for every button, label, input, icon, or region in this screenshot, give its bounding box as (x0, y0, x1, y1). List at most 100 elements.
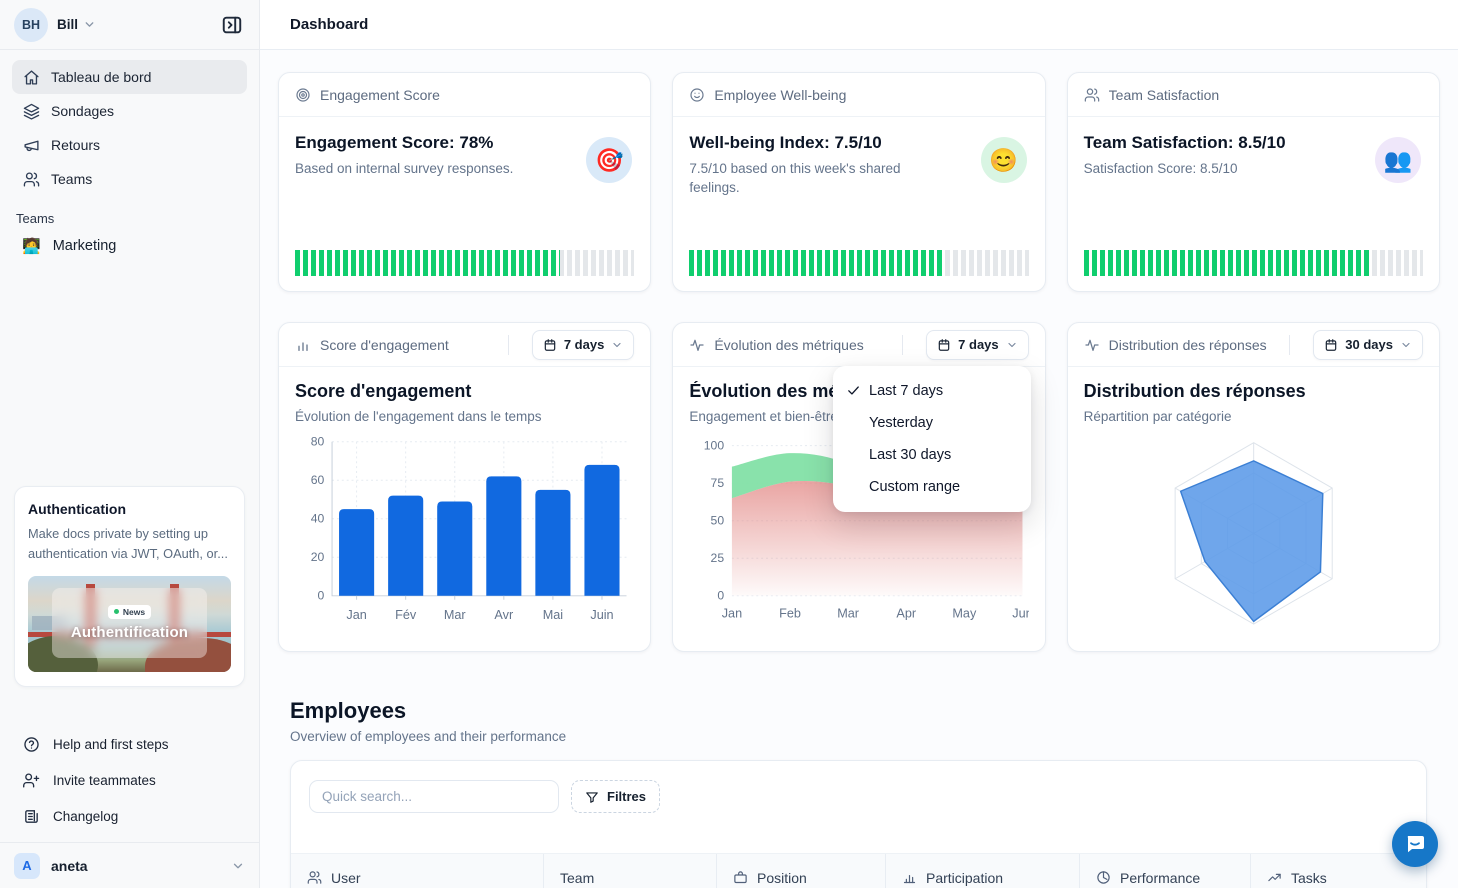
range-select-button[interactable]: 30 days (1313, 330, 1423, 360)
sidebar-item-feedback[interactable]: Retours (12, 128, 247, 162)
team-label: Marketing (53, 238, 117, 254)
menu-item-last-30-days[interactable]: Last 30 days (833, 439, 1031, 471)
promo-image: News Authentification (28, 576, 231, 672)
user-menu[interactable]: Bill (57, 17, 78, 32)
stat-subtitle: 7.5/10 based on this week's shared feeli… (689, 160, 939, 198)
employees-table-card: Filtres User Team (290, 760, 1427, 888)
satisfaction-progress-bar (1084, 250, 1423, 276)
briefcase-icon (733, 870, 748, 885)
svg-text:Feb: Feb (779, 606, 801, 620)
chart-subtitle: Répartition par catégorie (1084, 409, 1423, 424)
search-input[interactable] (309, 780, 559, 813)
chevron-down-icon (1006, 339, 1018, 351)
calendar-icon (1324, 338, 1338, 352)
menu-item-yesterday[interactable]: Yesterday (833, 407, 1031, 439)
stat-subtitle: Satisfaction Score: 8.5/10 (1084, 160, 1334, 179)
chart-subtitle: Évolution de l'engagement dans le temps (295, 409, 634, 424)
sidebar-item-label: Changelog (53, 809, 118, 824)
range-select-button[interactable]: 7 days (926, 330, 1028, 360)
calendar-icon (937, 338, 951, 352)
sidebar-item-label: Teams (51, 171, 92, 187)
svg-text:80: 80 (311, 435, 325, 449)
workspace-avatar: A (14, 853, 40, 879)
column-header-position[interactable]: Position (716, 854, 885, 888)
svg-text:60: 60 (311, 473, 325, 487)
busts-emoji-icon: 👥 (1375, 137, 1421, 183)
menu-item-custom-range[interactable]: Custom range (833, 471, 1031, 503)
home-icon (23, 69, 40, 86)
column-header-performance[interactable]: Performance (1079, 854, 1250, 888)
range-dropdown-menu: Last 7 days Yesterday Last 30 days Custo… (833, 366, 1031, 512)
page-title: Dashboard (290, 16, 368, 33)
stat-title: Engagement Score: 78% (295, 133, 634, 153)
sidebar-item-invite[interactable]: Invite teammates (14, 762, 245, 798)
trend-up-icon (1267, 870, 1282, 885)
sidebar-item-help[interactable]: Help and first steps (14, 726, 245, 762)
card-header-label: Score d'engagement (320, 337, 449, 353)
stat-subtitle: Based on internal survey responses. (295, 160, 545, 179)
help-icon (23, 736, 40, 753)
employees-title: Employees (290, 698, 406, 724)
chevron-down-icon (231, 859, 245, 873)
column-header-participation[interactable]: Participation (885, 854, 1079, 888)
workspace-switcher[interactable]: A aneta (0, 842, 259, 888)
svg-text:May: May (953, 606, 978, 620)
column-header-team[interactable]: Team (543, 854, 716, 888)
chevron-down-icon (83, 18, 96, 31)
svg-text:40: 40 (311, 512, 325, 526)
svg-text:Fév: Fév (395, 608, 417, 622)
sidebar-item-dashboard[interactable]: Tableau de bord (12, 60, 247, 94)
svg-text:20: 20 (311, 550, 325, 564)
changelog-icon (23, 808, 40, 825)
sidebar-item-label: Tableau de bord (51, 69, 151, 85)
column-header-user[interactable]: User (291, 854, 543, 888)
range-select-button[interactable]: 7 days (532, 330, 634, 360)
users-icon (1084, 87, 1100, 103)
chat-launcher-button[interactable] (1392, 821, 1438, 867)
bar-chart-icon (295, 337, 311, 353)
sidebar-item-label: Help and first steps (53, 737, 169, 752)
smiling-emoji-icon: 😊 (981, 137, 1027, 183)
check-icon (846, 383, 861, 398)
collapse-sidebar-button[interactable] (219, 12, 245, 38)
stat-title: Team Satisfaction: 8.5/10 (1084, 133, 1423, 153)
sidebar-item-teams[interactable]: Teams (12, 162, 247, 196)
filters-button[interactable]: Filtres (571, 780, 660, 813)
sidebar-item-changelog[interactable]: Changelog (14, 798, 245, 834)
sidebar-item-marketing[interactable]: 🧑‍💻 Marketing (0, 230, 259, 262)
card-header-label: Employee Well-being (714, 87, 846, 103)
card-header-label: Distribution des réponses (1109, 337, 1267, 353)
target-emoji-icon: 🎯 (586, 137, 632, 183)
engagement-chart-card: Score d'engagement 7 days (278, 322, 651, 652)
table-header-row: User Team Position (291, 853, 1426, 888)
svg-text:75: 75 (711, 476, 725, 490)
users-icon (23, 171, 40, 188)
engagement-score-card: Engagement Score Engagement Score: 78% B… (278, 72, 651, 292)
chart-title: Score d'engagement (295, 381, 634, 402)
menu-item-last-7-days[interactable]: Last 7 days (833, 375, 1031, 407)
svg-text:Mai: Mai (543, 608, 563, 622)
svg-text:Mar: Mar (838, 606, 860, 620)
funnel-icon (585, 790, 599, 804)
sidebar-item-label: Retours (51, 137, 100, 153)
svg-text:0: 0 (718, 589, 725, 603)
sidebar-item-surveys[interactable]: Sondages (12, 94, 247, 128)
svg-text:Avr: Avr (494, 608, 513, 622)
card-header-label: Évolution des métriques (714, 337, 863, 353)
activity-icon (1084, 337, 1100, 353)
chat-bubble-icon (1403, 832, 1427, 856)
bar-chart: 020406080JanFévMarAvrMaiJuin (295, 432, 634, 641)
responses-distribution-card: Distribution des réponses 30 days (1067, 322, 1440, 652)
promo-card-authentication[interactable]: Authentication Make docs private by sett… (14, 486, 245, 687)
stat-cards-row: Engagement Score Engagement Score: 78% B… (278, 72, 1440, 292)
sidebar-user-row: BH Bill (0, 0, 259, 50)
svg-text:50: 50 (711, 514, 725, 528)
svg-text:Jan: Jan (722, 606, 742, 620)
calendar-icon (543, 338, 557, 352)
employees-subtitle: Overview of employees and their performa… (290, 729, 566, 744)
svg-text:Jun: Jun (1013, 606, 1029, 620)
svg-text:Apr: Apr (897, 606, 917, 620)
sidebar-item-label: Invite teammates (53, 773, 156, 788)
chart-title: Distribution des réponses (1084, 381, 1423, 402)
app-root: BH Bill Tableau de bord Sondages (0, 0, 1458, 888)
